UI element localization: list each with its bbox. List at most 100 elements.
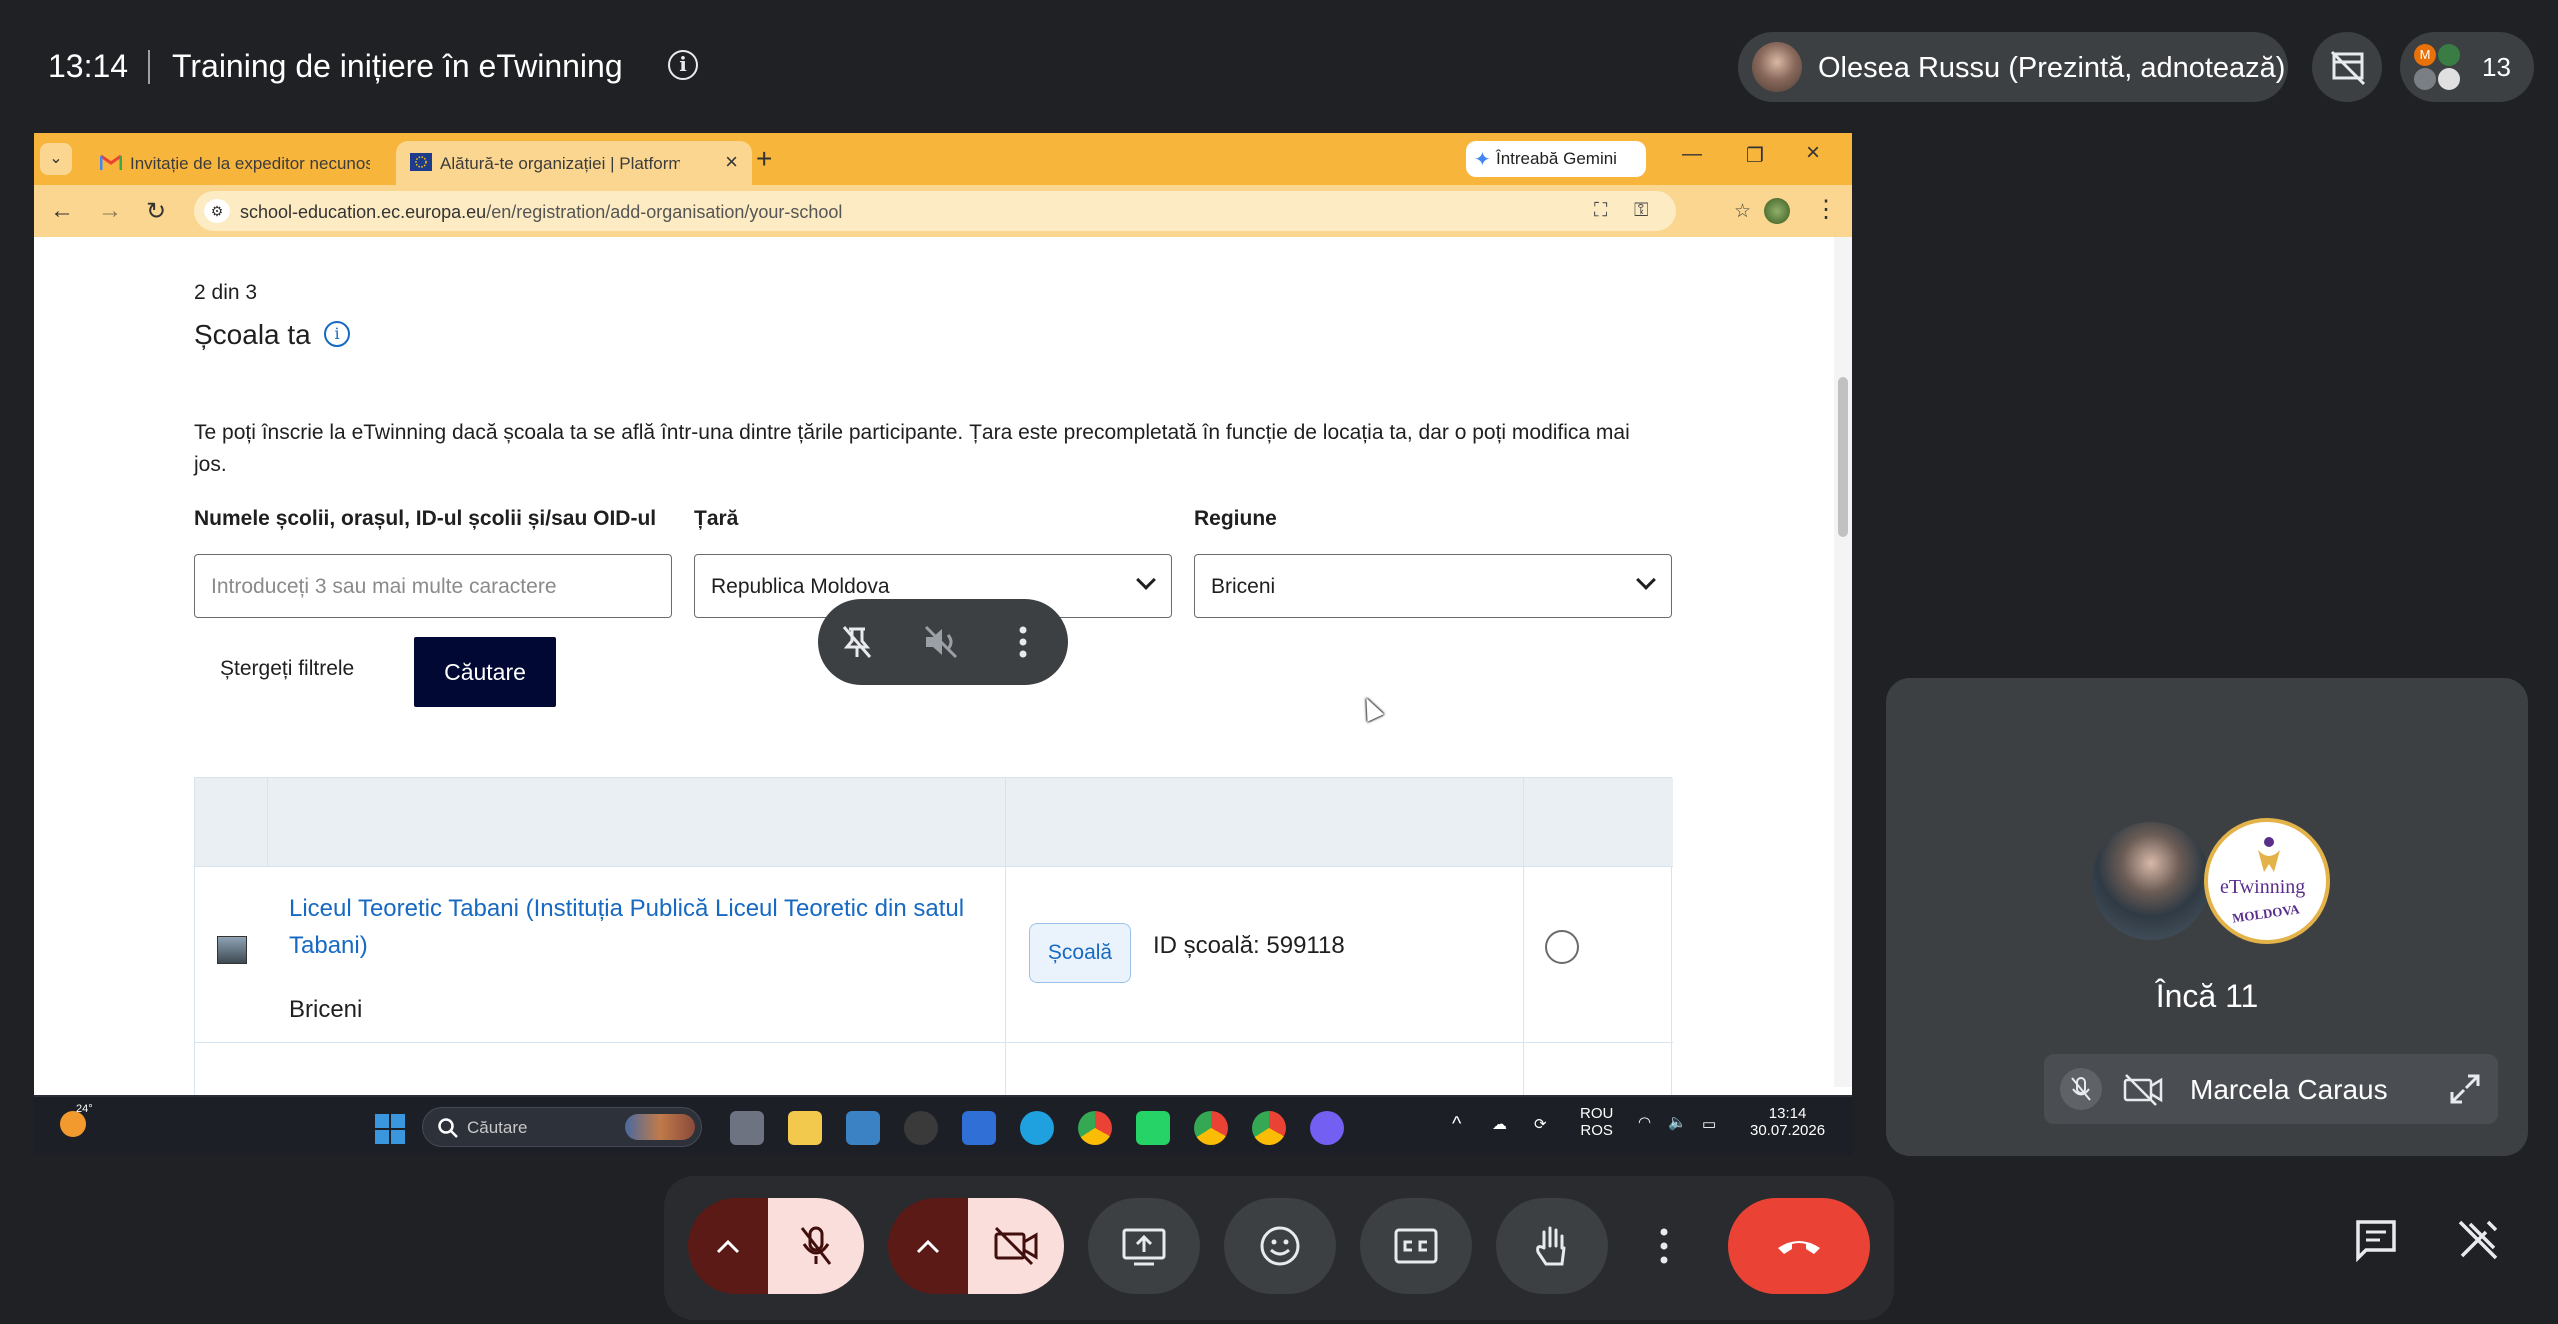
sync-icon[interactable]: ⟳ (1534, 1115, 1547, 1133)
school-id: ID școală: 599118 (1153, 932, 1345, 959)
taskbar-clock[interactable]: 13:14 30.07.2026 (1750, 1105, 1825, 1139)
school-name-link[interactable]: Liceul Teoretic Tabani (Instituția Publi… (289, 890, 969, 964)
hang-up-icon (1778, 1241, 1820, 1254)
reactions-button[interactable] (1224, 1198, 1336, 1294)
activities-icon[interactable] (2448, 1210, 2508, 1270)
windows-start-icon[interactable] (374, 1113, 406, 1145)
back-icon[interactable]: ← (50, 197, 74, 225)
participants-button[interactable]: M 13 (2400, 32, 2534, 102)
ask-gemini-label: Întreabă Gemini (1496, 149, 1617, 168)
task-view-icon[interactable] (730, 1111, 764, 1145)
search-button[interactable]: Căutare (414, 637, 556, 707)
chat-icon[interactable] (2346, 1210, 2406, 1270)
meeting-title: Training de inițiere în eTwinning (172, 48, 623, 84)
participant-avatar (2438, 68, 2460, 90)
new-tab-icon[interactable]: + (756, 143, 772, 175)
camera-toggle-button[interactable] (968, 1198, 1064, 1294)
shared-screen: ⌄ Invitație de la expeditor necunoscut ×… (34, 133, 1852, 1155)
file-explorer-icon[interactable] (788, 1111, 822, 1145)
store-icon[interactable] (846, 1111, 880, 1145)
presenter-name: Olesea Russu (Prezintă, adnotează) (1818, 52, 2286, 84)
meeting-info-icon[interactable]: i (668, 50, 698, 80)
whatsapp-icon[interactable] (1136, 1111, 1170, 1145)
participant-tile[interactable]: eTwinning MOLDOVA Încă 11 Marcela Caraus (1886, 678, 2528, 1156)
site-info-icon[interactable]: ⚙ (204, 199, 230, 223)
browser-menu-icon[interactable]: ⋮ (1814, 195, 1838, 224)
more-options-button[interactable] (1632, 1198, 1696, 1294)
unpin-icon[interactable] (834, 619, 880, 665)
page-scrollbar[interactable] (1834, 237, 1852, 1087)
participant-photo (2088, 818, 2214, 944)
translate-icon[interactable]: ⛶ (1594, 200, 1607, 222)
minimize-icon[interactable]: — (1682, 143, 1702, 166)
tab-close-icon[interactable]: × (725, 149, 738, 175)
more-options-icon[interactable] (1000, 619, 1046, 665)
leave-call-button[interactable] (1728, 1198, 1870, 1294)
hide-presentation-button[interactable] (2312, 32, 2382, 102)
mic-off-icon (2060, 1068, 2102, 1110)
chrome-profile-icon[interactable] (1194, 1111, 1228, 1145)
school-search-placeholder: Introduceți 3 sau mai multe caractere (211, 575, 557, 598)
restore-icon[interactable]: ❐ (1746, 143, 1764, 168)
microphone-toggle-button[interactable] (768, 1198, 864, 1294)
ask-gemini-button[interactable]: ✦ Întreabă Gemini (1466, 141, 1646, 177)
forward-icon[interactable]: → (98, 197, 122, 225)
address-bar[interactable]: ⚙ school-education.ec.europa.eu/en/regis… (194, 191, 1751, 231)
mail-icon[interactable] (962, 1111, 996, 1145)
raise-hand-button[interactable] (1496, 1198, 1608, 1294)
password-key-icon[interactable]: ⚿ (1634, 200, 1648, 222)
keyboard-language[interactable]: ROU ROS (1580, 1105, 1613, 1139)
participant-avatar (2414, 68, 2436, 90)
presenter-avatar (1752, 42, 1802, 92)
volume-muted-icon[interactable]: 🔈 (1668, 1113, 1687, 1131)
raise-hand-icon (1536, 1226, 1566, 1266)
profile-avatar[interactable] (1764, 198, 1790, 224)
battery-icon[interactable]: ▭ (1702, 1115, 1716, 1133)
tab-etwinning[interactable]: Alătură-te organizației | Platforma × (396, 141, 752, 185)
chrome-active-icon[interactable] (1252, 1111, 1286, 1145)
info-icon[interactable]: i (324, 321, 350, 347)
close-window-icon[interactable]: × (1806, 139, 1820, 167)
chevron-down-icon (1136, 570, 1156, 590)
meet-top-bar: 13:14 Training de inițiere în eTwinning … (0, 0, 2558, 130)
camera-off-icon (994, 1226, 1038, 1266)
country-label: Țară (694, 507, 739, 530)
region-select[interactable]: Briceni (1194, 554, 1672, 618)
expand-icon[interactable] (2448, 1072, 2482, 1106)
taskbar-search[interactable]: Căutare (422, 1107, 702, 1147)
tab-gmail[interactable]: Invitație de la expeditor necunoscut × (86, 141, 426, 185)
clear-filters-button[interactable]: Ștergeți filtrele (220, 657, 354, 681)
captions-icon (1394, 1228, 1438, 1264)
weather-temperature: 24° (76, 1103, 93, 1115)
school-region: Briceni (289, 996, 363, 1023)
audio-options-button[interactable] (688, 1198, 768, 1294)
present-screen-button[interactable] (1088, 1198, 1200, 1294)
select-school-radio[interactable] (1545, 930, 1579, 964)
scrollbar-thumb[interactable] (1838, 377, 1848, 537)
gmail-icon (100, 154, 122, 170)
wifi-icon[interactable]: ◠ (1638, 1113, 1651, 1131)
video-options-button[interactable] (888, 1198, 968, 1294)
meeting-controls (664, 1176, 1894, 1320)
chrome-icon[interactable] (1078, 1111, 1112, 1145)
logo-text: eTwinning (2220, 876, 2306, 898)
bookmark-star-icon[interactable]: ☆ (1734, 200, 1751, 223)
mute-audio-icon[interactable] (918, 619, 964, 665)
tray-chevron-icon[interactable]: ^ (1452, 1113, 1461, 1136)
logo-subtext: MOLDOVA (2231, 901, 2301, 926)
taskbar-date: 30.07.2026 (1750, 1122, 1826, 1139)
presentation-float-controls (818, 599, 1068, 685)
presenter-chip[interactable]: Olesea Russu (Prezintă, adnotează) (1738, 32, 2288, 102)
edge-icon[interactable] (1020, 1111, 1054, 1145)
viber-icon[interactable] (1310, 1111, 1344, 1145)
chevron-down-icon (1636, 570, 1656, 590)
results-table: Liceul Teoretic Tabani (Instituția Publi… (194, 777, 1673, 1098)
eu-flag-icon (410, 153, 432, 171)
school-search-label: Numele școlii, orașul, ID-ul școlii și/s… (194, 507, 657, 530)
dell-icon[interactable] (904, 1111, 938, 1145)
captions-button[interactable] (1360, 1198, 1472, 1294)
reload-icon[interactable]: ↻ (146, 197, 166, 226)
school-search-input[interactable]: Introduceți 3 sau mai multe caractere (194, 554, 672, 618)
tab-search-button[interactable]: ⌄ (40, 143, 72, 175)
onedrive-icon[interactable]: ☁ (1492, 1115, 1507, 1133)
